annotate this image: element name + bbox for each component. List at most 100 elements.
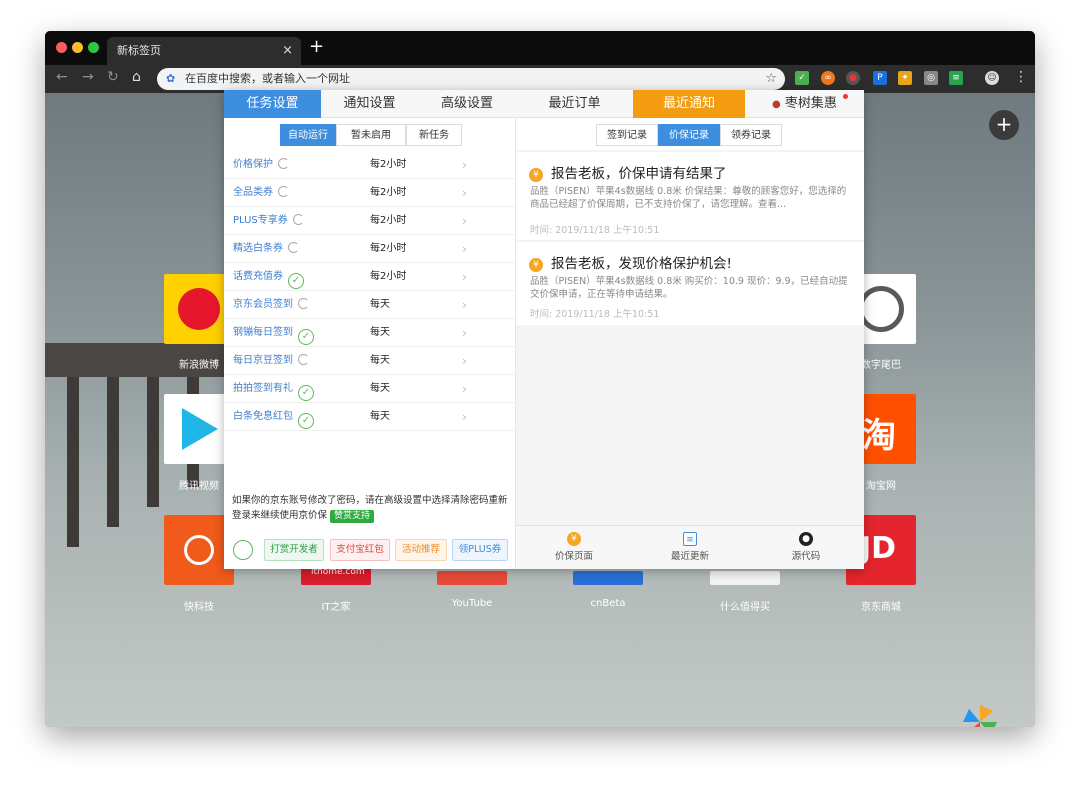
home-icon[interactable]: ⌂ xyxy=(132,69,141,85)
tab-recent-orders[interactable]: 最近订单 xyxy=(516,90,633,118)
task-frequency: 每2小时 xyxy=(370,187,407,198)
chevron-right-icon[interactable]: › xyxy=(462,151,467,179)
new-tab-button[interactable]: + xyxy=(309,36,324,57)
close-window-button[interactable] xyxy=(56,42,67,53)
activity-recommend-button[interactable]: 活动推荐 xyxy=(395,539,447,561)
notification-title: ¥ 报告老板，价保申请有结果了 xyxy=(529,162,727,182)
forward-icon[interactable]: → xyxy=(82,69,94,85)
notification-time: 时间: 2019/11/18 上午10:51 xyxy=(530,309,660,320)
add-shortcut-button[interactable]: + xyxy=(989,110,1019,140)
github-icon: ● xyxy=(799,532,813,546)
document-icon: ≡ xyxy=(683,532,697,546)
notification-card[interactable]: ¥ 报告老板，价保申请有结果了 品胜（PISEN）苹果4s数据线 0.8米 价保结… xyxy=(516,152,864,240)
chevron-right-icon[interactable]: › xyxy=(462,207,467,235)
paper-plane-icon xyxy=(184,535,214,565)
tab-bar: 新标签页 × + xyxy=(45,31,1035,65)
task-row[interactable]: 全品类券 每2小时 › xyxy=(224,179,516,207)
task-row[interactable]: 价格保护 每2小时 › xyxy=(224,151,516,179)
tip-developer-button[interactable]: 打赏开发者 xyxy=(264,539,324,561)
task-row[interactable]: 精选白条券 每2小时 › xyxy=(224,235,516,263)
tile-label: YouTube xyxy=(451,598,493,609)
user-icon[interactable] xyxy=(233,540,253,560)
refresh-icon xyxy=(298,298,309,309)
extension-icon[interactable]: ✦ xyxy=(898,71,912,85)
filter-pricesave-records[interactable]: 价保记录 xyxy=(658,124,720,146)
active-tab[interactable]: 新标签页 × xyxy=(107,37,301,65)
footer-label: 价保页面 xyxy=(554,551,593,562)
filter-signin-records[interactable]: 签到记录 xyxy=(596,124,658,146)
task-row[interactable]: 白条免息红包 ✓ 每天 › xyxy=(224,403,516,431)
extension-icon[interactable]: ✓ xyxy=(795,71,809,85)
check-icon: ✓ xyxy=(298,385,314,401)
notification-card[interactable]: ¥ 报告老板，发现价格保护机会! 品胜（PISEN）苹果4s数据线 0.8米 购买… xyxy=(516,242,864,325)
price-save-page-link[interactable]: ¥ 价保页面 xyxy=(516,526,632,570)
filter-auto-run[interactable]: 自动运行 xyxy=(280,124,336,146)
task-row[interactable]: 拍拍签到有礼 ✓ 每天 › xyxy=(224,375,516,403)
task-row[interactable]: 钢镚每日签到 ✓ 每天 › xyxy=(224,319,516,347)
smzdm-tile[interactable] xyxy=(710,571,780,585)
baidu-icon: ✿ xyxy=(166,72,176,85)
source-code-link[interactable]: ● 源代码 xyxy=(748,526,864,570)
task-name: 钢镚每日签到 xyxy=(233,327,293,338)
youtube-tile[interactable] xyxy=(437,571,507,585)
task-frequency: 每天 xyxy=(370,327,390,338)
extension-icon[interactable]: ∞ xyxy=(821,71,835,85)
task-row[interactable]: PLUS专享券 每2小时 › xyxy=(224,207,516,235)
tab-recent-notifications[interactable]: 最近通知 xyxy=(633,90,745,118)
filter-disabled[interactable]: 暂未启用 xyxy=(336,124,406,146)
support-button[interactable]: 赞赏支持 xyxy=(330,510,375,523)
extension-icon[interactable]: ◎ xyxy=(924,71,938,85)
pinwheel-icon[interactable] xyxy=(963,705,997,727)
chevron-right-icon[interactable]: › xyxy=(462,235,467,263)
notification-panel: 最近订单 最近通知 ● 枣树集惠 签到记录 价保记录 领券记录 ¥ 报告老板，价保… xyxy=(516,90,864,569)
recent-updates-link[interactable]: ≡ 最近更新 xyxy=(632,526,748,570)
chevron-right-icon[interactable]: › xyxy=(462,291,467,319)
jingjiabao-extension-icon[interactable]: ● xyxy=(846,71,860,85)
tab-advanced-settings[interactable]: 高级设置 xyxy=(418,90,516,118)
notification-title-text: 报告老板，价保申请有结果了 xyxy=(551,166,727,182)
task-frequency: 每天 xyxy=(370,383,390,394)
notification-time: 时间: 2019/11/18 上午10:51 xyxy=(530,225,660,236)
task-frequency: 每天 xyxy=(370,355,390,366)
tab-zaoshu[interactable]: ● 枣树集惠 xyxy=(745,90,864,118)
task-row[interactable]: 话费充值券 ✓ 每2小时 › xyxy=(224,263,516,291)
chevron-right-icon[interactable]: › xyxy=(462,375,467,403)
tab-task-settings[interactable]: 任务设置 xyxy=(224,90,321,118)
task-frequency: 每2小时 xyxy=(370,215,407,226)
chevron-right-icon[interactable]: › xyxy=(462,403,467,431)
filter-new-task[interactable]: 新任务 xyxy=(406,124,462,146)
tile-label: cnBeta xyxy=(590,598,626,609)
plus-coupon-button[interactable]: 领PLUS券 xyxy=(452,539,508,561)
task-frequency: 每天 xyxy=(370,299,390,310)
coin-icon: ¥ xyxy=(529,168,543,182)
omnibox[interactable]: ✿ 在百度中搜索，或者输入一个网址 ☆ xyxy=(157,68,785,90)
menu-icon[interactable]: ⋮ xyxy=(1014,69,1028,85)
chevron-right-icon[interactable]: › xyxy=(462,179,467,207)
chevron-right-icon[interactable]: › xyxy=(462,319,467,347)
footer-label: 最近更新 xyxy=(670,551,709,562)
chevron-right-icon[interactable]: › xyxy=(462,263,467,291)
bookmark-star-icon[interactable]: ☆ xyxy=(765,68,777,90)
task-name: 全品类券 xyxy=(233,187,273,198)
task-frequency: 每2小时 xyxy=(370,243,407,254)
extension-icon[interactable]: P xyxy=(873,71,887,85)
omnibox-placeholder: 在百度中搜索，或者输入一个网址 xyxy=(185,72,350,85)
back-icon[interactable]: ← xyxy=(56,69,68,85)
tab-notify-settings[interactable]: 通知设置 xyxy=(321,90,418,118)
task-name: 拍拍签到有礼 xyxy=(233,383,293,394)
weibo-icon xyxy=(178,288,220,330)
extension-icon[interactable]: ≡ xyxy=(949,71,963,85)
filter-coupon-records[interactable]: 领券记录 xyxy=(720,124,782,146)
check-icon: ✓ xyxy=(298,329,314,345)
refresh-icon xyxy=(278,158,289,169)
tab-close-icon[interactable]: × xyxy=(282,37,293,65)
zoom-window-button[interactable] xyxy=(88,42,99,53)
reload-icon[interactable]: ↻ xyxy=(107,69,119,85)
task-row[interactable]: 每日京豆签到 每天 › xyxy=(224,347,516,375)
profile-avatar[interactable]: ☺ xyxy=(985,71,999,85)
minimize-window-button[interactable] xyxy=(72,42,83,53)
cnbeta-tile[interactable] xyxy=(573,571,643,585)
task-row[interactable]: 京东会员签到 每天 › xyxy=(224,291,516,319)
chevron-right-icon[interactable]: › xyxy=(462,347,467,375)
alipay-redpacket-button[interactable]: 支付宝红包 xyxy=(330,539,390,561)
